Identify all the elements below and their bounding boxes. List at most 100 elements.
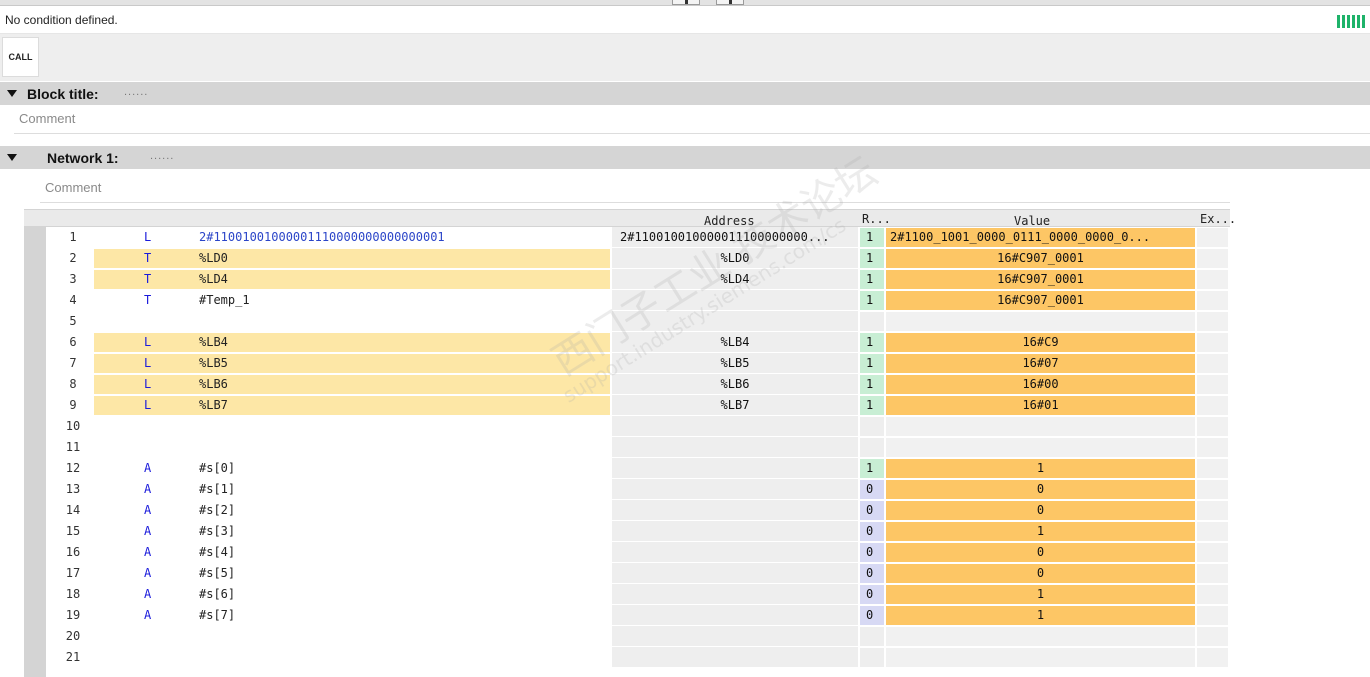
instruction[interactable]: A [144, 479, 184, 500]
operand[interactable]: 2#11001001000001110000000000000001 [199, 227, 609, 248]
code-line-background [94, 648, 610, 667]
instruction[interactable]: A [144, 605, 184, 626]
stl-row[interactable]: 12 A #s[0] 1 1 [24, 458, 1230, 479]
line-number: 13 [65, 482, 81, 496]
operand[interactable]: %LD0 [199, 248, 609, 269]
block-title-bar[interactable]: Block title: ...... [0, 82, 1370, 105]
address-cell: %LD4 [612, 269, 858, 290]
stl-row[interactable]: 8 L %LB6 %LB6 1 16#00 [24, 374, 1230, 395]
instruction[interactable]: L [144, 227, 184, 248]
extra-cell [1197, 438, 1228, 457]
extra-cell [1197, 648, 1228, 667]
instruction[interactable]: A [144, 500, 184, 521]
stl-row[interactable]: 19 A #s[7] 0 1 [24, 605, 1230, 626]
stl-row[interactable]: 2 T %LD0 %LD0 1 16#C907_0001 [24, 248, 1230, 269]
stl-row[interactable]: 21 [24, 647, 1230, 668]
scroll-down-button[interactable] [716, 0, 744, 5]
value-cell [886, 648, 1195, 667]
rlo-cell: 1 [860, 228, 884, 247]
stl-row[interactable]: 7 L %LB5 %LB5 1 16#07 [24, 353, 1230, 374]
operand[interactable]: %LB4 [199, 332, 609, 353]
operand[interactable]: #s[3] [199, 521, 609, 542]
collapse-triangle-icon[interactable] [7, 154, 17, 161]
value-cell: 2#1100_1001_0000_0111_0000_0000_0... [886, 228, 1195, 247]
operand[interactable]: %LB5 [199, 353, 609, 374]
stl-row[interactable]: 20 [24, 626, 1230, 647]
line-number: 15 [65, 524, 81, 538]
network-comment[interactable]: Comment [45, 180, 101, 195]
stl-row[interactable]: 13 A #s[1] 0 0 [24, 479, 1230, 500]
block-title-field[interactable]: ...... [124, 86, 148, 98]
stl-row[interactable]: 18 A #s[6] 0 1 [24, 584, 1230, 605]
address-header: Address [704, 214, 755, 228]
extra-cell [1197, 375, 1228, 394]
rlo-cell: 0 [860, 501, 884, 520]
stl-row[interactable]: 10 [24, 416, 1230, 437]
instruction[interactable]: T [144, 290, 184, 311]
extra-cell [1197, 501, 1228, 520]
value-cell: 1 [886, 585, 1195, 604]
block-comment[interactable]: Comment [19, 111, 75, 126]
instruction-toolbar: CALL [0, 34, 1370, 81]
operand[interactable]: #s[5] [199, 563, 609, 584]
extra-cell [1197, 417, 1228, 436]
operand[interactable]: %LD4 [199, 269, 609, 290]
operand[interactable]: %LB6 [199, 374, 609, 395]
value-cell: 0 [886, 480, 1195, 499]
operand[interactable]: #s[4] [199, 542, 609, 563]
network-comment-box[interactable]: Comment [40, 175, 1230, 203]
value-cell: 1 [886, 459, 1195, 478]
rlo-cell [860, 438, 884, 457]
stl-rows: 1 L 2#11001001000001110000000000000001 2#11… [24, 227, 1230, 677]
instruction[interactable]: L [144, 374, 184, 395]
extra-cell [1197, 564, 1228, 583]
instruction[interactable]: L [144, 332, 184, 353]
stl-row[interactable]: 17 A #s[5] 0 0 [24, 563, 1230, 584]
stl-row[interactable]: 16 A #s[4] 0 0 [24, 542, 1230, 563]
line-number: 16 [65, 545, 81, 559]
rlo-cell: 1 [860, 375, 884, 394]
instruction[interactable]: A [144, 458, 184, 479]
rlo-cell: 1 [860, 291, 884, 310]
operand[interactable]: #s[2] [199, 500, 609, 521]
instruction[interactable]: A [144, 521, 184, 542]
block-comment-box[interactable]: Comment [14, 106, 1370, 134]
instruction[interactable]: T [144, 269, 184, 290]
stl-row[interactable]: 15 A #s[3] 0 1 [24, 521, 1230, 542]
line-number: 1 [69, 230, 77, 244]
extra-cell [1197, 333, 1228, 352]
stl-row[interactable]: 5 [24, 311, 1230, 332]
operand[interactable]: #s[0] [199, 458, 609, 479]
line-number: 6 [69, 335, 77, 349]
stl-row[interactable]: 9 L %LB7 %LB7 1 16#01 [24, 395, 1230, 416]
line-number: 20 [65, 629, 81, 643]
operand[interactable]: %LB7 [199, 395, 609, 416]
rlo-cell: 1 [860, 333, 884, 352]
address-cell [612, 479, 858, 500]
stl-row[interactable]: 11 [24, 437, 1230, 458]
instruction[interactable]: L [144, 353, 184, 374]
code-line-background [94, 438, 610, 457]
collapse-triangle-icon[interactable] [7, 90, 17, 97]
value-cell: 16#00 [886, 375, 1195, 394]
stl-row[interactable]: 3 T %LD4 %LD4 1 16#C907_0001 [24, 269, 1230, 290]
instruction[interactable]: T [144, 248, 184, 269]
network-title-field[interactable]: ...... [150, 150, 174, 162]
operand[interactable]: #s[6] [199, 584, 609, 605]
network-title-bar[interactable]: Network 1: ...... [0, 146, 1370, 169]
operand[interactable]: #Temp_1 [199, 290, 609, 311]
stl-row[interactable]: 4 T #Temp_1 1 16#C907_0001 [24, 290, 1230, 311]
stl-row[interactable]: 6 L %LB4 %LB4 1 16#C9 [24, 332, 1230, 353]
instruction[interactable]: L [144, 395, 184, 416]
instruction[interactable]: A [144, 584, 184, 605]
operand[interactable]: #s[7] [199, 605, 609, 626]
address-cell [612, 521, 858, 542]
instruction[interactable]: A [144, 563, 184, 584]
stl-row[interactable]: 14 A #s[2] 0 0 [24, 500, 1230, 521]
rlo-cell: 1 [860, 459, 884, 478]
stl-row[interactable]: 1 L 2#11001001000001110000000000000001 2#11… [24, 227, 1230, 248]
scroll-up-button[interactable] [672, 0, 700, 5]
call-button[interactable]: CALL [2, 37, 39, 77]
instruction[interactable]: A [144, 542, 184, 563]
operand[interactable]: #s[1] [199, 479, 609, 500]
